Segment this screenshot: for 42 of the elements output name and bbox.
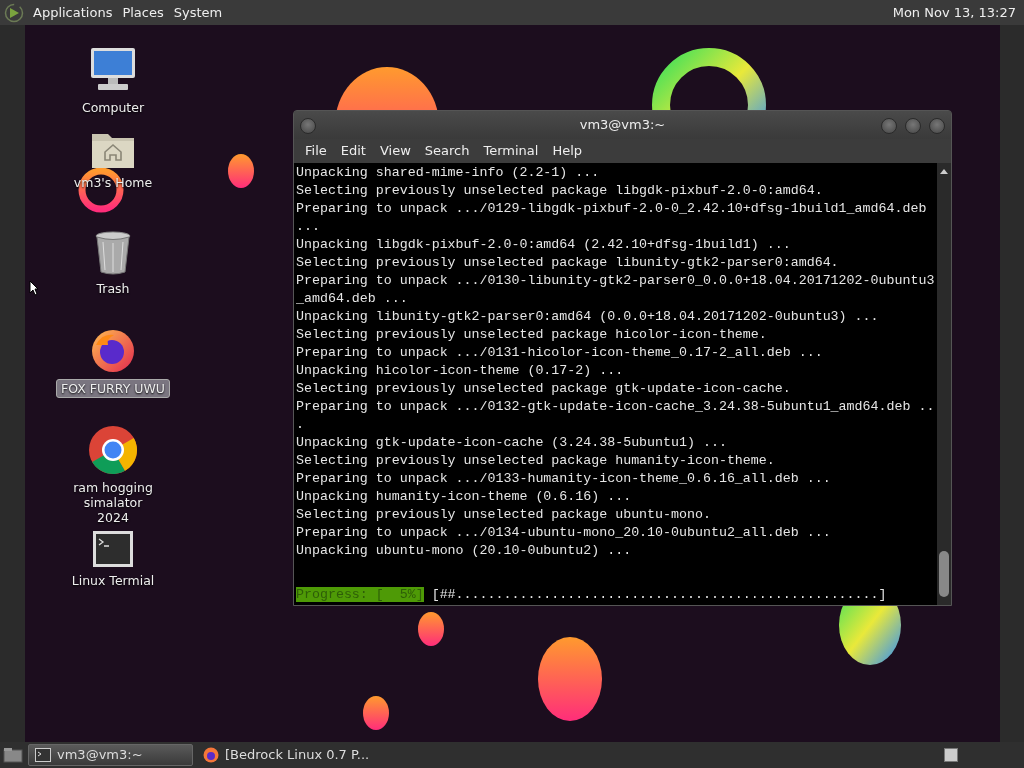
terminal-line: Unpacking humanity-icon-theme (0.6.16) ...: [296, 488, 633, 506]
progress-label: Progress: [ 5%]: [296, 587, 424, 602]
terminal-line: Preparing to unpack .../0132-gtk-update-icon-cache_3.24.38-5ubuntu1_amd64.deb ..: [296, 398, 935, 416]
terminal-line: Unpacking libunity-gtk2-parser0:amd64 (0.0.0+18.04.20171202-0ubuntu3) ...: [296, 308, 880, 326]
panel-menu[interactable]: System: [168, 0, 228, 25]
terminal-menu-item[interactable]: Edit: [333, 141, 373, 161]
icon-label[interactable]: Trash: [92, 280, 134, 297]
terminal-line: Selecting previously unselected package libgdk-pixbuf-2.0-0:amd64.: [296, 182, 824, 200]
terminal-line: Unpacking hicolor-icon-theme (0.17-2) ...: [296, 362, 625, 380]
taskbar-button[interactable]: vm3@vm3:~: [28, 744, 193, 766]
terminal-line: .: [296, 416, 305, 434]
terminal-line: Preparing to unpack .../0133-humanity-icon-theme_0.6.16_all.deb ...: [296, 470, 832, 488]
panel-menu[interactable]: Applications: [28, 0, 118, 25]
terminal-line: Unpacking gtk-update-icon-cache (3.24.38-5ubuntu1) ...: [296, 434, 728, 452]
terminal-line: Preparing to unpack .../0131-hicolor-icon-theme_0.17-2_all.deb ...: [296, 344, 824, 362]
icon-label[interactable]: Linux Termial: [67, 572, 159, 589]
terminal-line: Preparing to unpack .../0134-ubuntu-mono_20.10-0ubuntu2_all.deb ...: [296, 524, 832, 542]
window-title: vm3@vm3:~: [579, 116, 666, 135]
terminal-menu-item[interactable]: Search: [417, 141, 477, 161]
terminal-line: Preparing to unpack .../0129-libgdk-pixbuf-2.0-0_2.42.10+dfsg-1build1_amd64.deb: [296, 200, 928, 218]
icon-label[interactable]: ram hogging simalator 2024: [63, 479, 163, 526]
progress-bar-text: [##.....................................................]: [431, 587, 887, 602]
terminal-line: Unpacking shared-mime-info (2.2-1) ...: [296, 164, 601, 182]
icon-label[interactable]: FOX FURRY UWU: [56, 379, 170, 398]
terminal-line: _amd64.deb ...: [296, 290, 409, 308]
terminal-line: Selecting previously unselected package ubuntu-mono.: [296, 506, 712, 524]
terminal-menu-item[interactable]: Terminal: [476, 141, 546, 161]
terminal-line: ...: [296, 218, 321, 236]
clock[interactable]: Mon Nov 13, 13:27: [892, 2, 1016, 23]
terminal-line: Selecting previously unselected package libunity-gtk2-parser0:amd64.: [296, 254, 840, 272]
terminal-line: Unpacking ubuntu-mono (20.10-0ubuntu2) ...: [296, 542, 633, 560]
panel-menu[interactable]: Places: [117, 0, 169, 25]
terminal-menu-item[interactable]: View: [372, 141, 418, 161]
terminal-line: Preparing to unpack .../0130-libunity-gtk2-parser0_0.0.0+18.04.20171202-0ubuntu3: [296, 272, 935, 290]
terminal-line: Selecting previously unselected package hicolor-icon-theme.: [296, 326, 768, 344]
terminal-line: Unpacking libgdk-pixbuf-2.0-0:amd64 (2.42.10+dfsg-1build1) ...: [296, 236, 792, 254]
terminal-menu-item[interactable]: File: [298, 141, 334, 161]
terminal-line: Selecting previously unselected package gtk-update-icon-cache.: [296, 380, 792, 398]
terminal-line: Selecting previously unselected package humanity-icon-theme.: [296, 452, 776, 470]
terminal-menu-item[interactable]: Help: [545, 141, 590, 161]
taskbar-button[interactable]: [Bedrock Linux 0.7 P...: [197, 744, 376, 766]
icon-label[interactable]: Computer: [77, 99, 149, 116]
